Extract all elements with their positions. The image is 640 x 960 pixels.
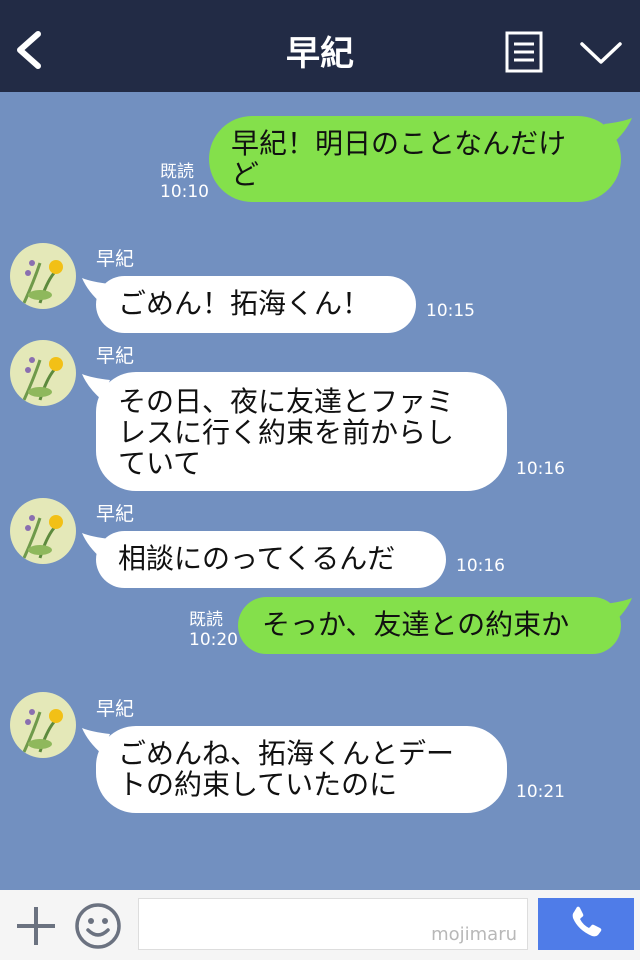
call-button[interactable] (538, 898, 634, 950)
menu-button[interactable] (578, 36, 624, 68)
received-message-bubble[interactable]: その日、夜に友達とファミ レスに行く約束を前からし ていて (96, 372, 507, 491)
sender-name: 早紀 (96, 503, 135, 525)
received-message-bubble[interactable]: ごめん！拓海くん！ (96, 276, 416, 333)
note-list-icon (505, 31, 543, 73)
watermark: mojimaru (431, 924, 517, 945)
plus-icon (17, 907, 55, 945)
smiley-icon (75, 903, 121, 949)
chevron-down-icon (580, 42, 622, 64)
emoji-button[interactable] (74, 902, 122, 950)
sent-message-bubble[interactable]: 早紀！明日のことなんだけ ど (209, 116, 621, 202)
avatar[interactable] (10, 692, 76, 758)
received-message-bubble[interactable]: ごめんね、拓海くんとデー トの約束していたのに (96, 726, 507, 813)
avatar[interactable] (10, 340, 76, 406)
phone-icon (572, 906, 602, 937)
chat-area[interactable]: 既読 10:10 早紀！明日のことなんだけ ど 早紀 ごめん！拓海くん！ 10:… (0, 92, 640, 890)
read-receipt: 既読 10:10 (160, 162, 209, 202)
sender-name: 早紀 (96, 345, 135, 367)
sent-message-bubble[interactable]: そっか、友達との約束か (238, 597, 621, 654)
message-time: 10:16 (516, 459, 565, 479)
sender-name: 早紀 (96, 248, 135, 270)
sender-name: 早紀 (96, 698, 135, 720)
message-time: 10:15 (426, 301, 475, 321)
received-message-bubble[interactable]: 相談にのってくるんだ (96, 531, 446, 588)
chat-header: 早紀 (0, 0, 640, 92)
avatar[interactable] (10, 498, 76, 564)
message-input[interactable]: mojimaru (138, 898, 528, 950)
message-time: 10:16 (456, 556, 505, 576)
message-time: 10:21 (516, 782, 565, 802)
notes-button[interactable] (505, 31, 543, 73)
add-button[interactable] (14, 904, 58, 948)
avatar[interactable] (10, 243, 76, 309)
chat-title: 早紀 (286, 34, 354, 74)
read-receipt: 既読 10:20 (189, 610, 238, 650)
